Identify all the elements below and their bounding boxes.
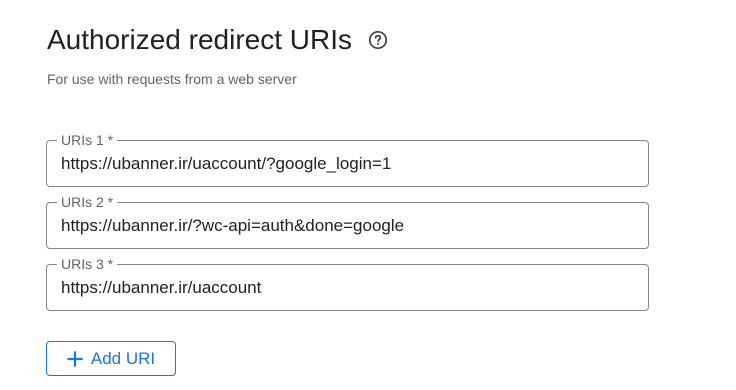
uri-field-label: URIs 3 * [57,255,118,273]
uri-field-2[interactable]: URIs 2 * [46,193,649,249]
uri-field-label: URIs 2 * [57,193,118,211]
add-uri-button[interactable]: Add URI [46,341,176,376]
uri-input-2[interactable] [61,213,634,239]
uri-input-3[interactable] [61,275,634,301]
section-subtitle: For use with requests from a web server [47,71,297,87]
plus-icon [67,350,83,367]
section-title: Authorized redirect URIs [47,24,353,55]
uri-field-3[interactable]: URIs 3 * [46,255,649,311]
uri-field-label: URIs 1 * [57,131,118,149]
add-uri-label: Add URI [90,348,156,368]
authorized-redirect-uris-section: Authorized redirect URIs For use with re… [0,0,736,390]
uri-input-1[interactable] [61,151,634,177]
uri-field-1[interactable]: URIs 1 * [46,131,649,187]
section-header: Authorized redirect URIs [47,20,388,60]
help-icon[interactable] [368,30,388,50]
